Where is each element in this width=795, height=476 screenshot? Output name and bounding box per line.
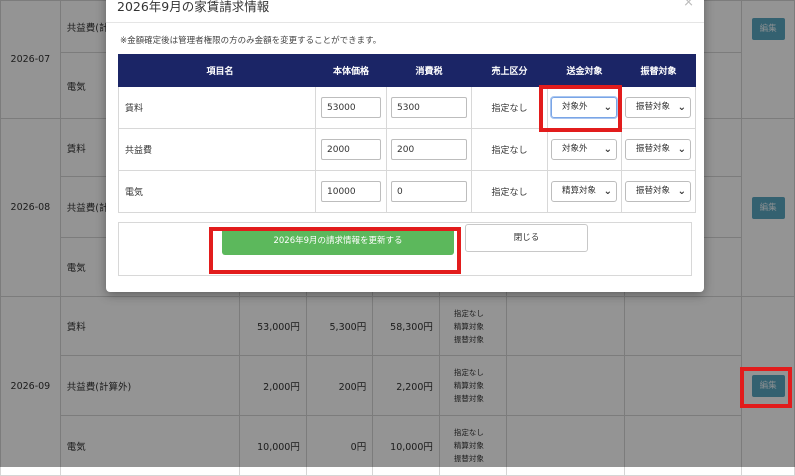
table-row: 電気 10000 0 指定なし 精算対象 ⌄ 振替対象 ⌄ (118, 170, 696, 213)
chevron-down-icon: ⌄ (677, 186, 686, 197)
tax-input[interactable]: 0 (391, 181, 467, 202)
tax-input[interactable]: 200 (391, 139, 467, 160)
item-name: 賃料 (118, 86, 316, 129)
remit-target-select[interactable]: 対象外 ⌄ (551, 139, 617, 160)
billing-items-table: 項目名 本体価格 消費税 売上区分 送金対象 振替対象 賃料 53000 530… (118, 54, 696, 213)
modal-header: 2026年9月の家賃請求情報 × (106, 0, 704, 23)
col-header-remit-target: 送金対象 (547, 54, 622, 87)
transfer-target-select[interactable]: 振替対象 ⌄ (625, 181, 691, 202)
col-header-name: 項目名 (118, 54, 316, 87)
modal-title: 2026年9月の家賃請求情報 (117, 0, 270, 14)
sale-category: 指定なし (471, 128, 548, 171)
transfer-target-select[interactable]: 振替対象 ⌄ (625, 139, 691, 160)
price-input[interactable]: 10000 (321, 181, 381, 202)
sale-category: 指定なし (471, 170, 548, 213)
chevron-down-icon: ⌄ (677, 102, 686, 113)
col-header-transfer-target: 振替対象 (621, 54, 696, 87)
col-header-sale-category: 売上区分 (471, 54, 548, 87)
item-name: 電気 (118, 170, 316, 213)
permission-note: ※金額確定後は管理者権限の方のみ金額を変更することができます。 (120, 36, 382, 46)
price-input[interactable]: 2000 (321, 139, 381, 160)
price-input[interactable]: 53000 (321, 97, 381, 118)
chevron-down-icon: ⌄ (677, 144, 686, 155)
chevron-down-icon: ⌄ (603, 144, 612, 155)
highlight-remit-select (539, 85, 622, 132)
table-row: 共益費 2000 200 指定なし 対象外 ⌄ 振替対象 ⌄ (118, 128, 696, 171)
tax-input[interactable]: 5300 (391, 97, 467, 118)
chevron-down-icon: ⌄ (603, 186, 612, 197)
highlight-update-button (209, 227, 461, 274)
close-button[interactable]: 閉じる (465, 224, 588, 252)
transfer-target-select[interactable]: 振替対象 ⌄ (625, 97, 691, 118)
highlight-edit-button (740, 367, 792, 408)
col-header-tax: 消費税 (386, 54, 472, 87)
item-name: 共益費 (118, 128, 316, 171)
col-header-price: 本体価格 (315, 54, 387, 87)
remit-target-select[interactable]: 精算対象 ⌄ (551, 181, 617, 202)
sale-category: 指定なし (471, 86, 548, 129)
close-icon[interactable]: × (683, 0, 694, 10)
